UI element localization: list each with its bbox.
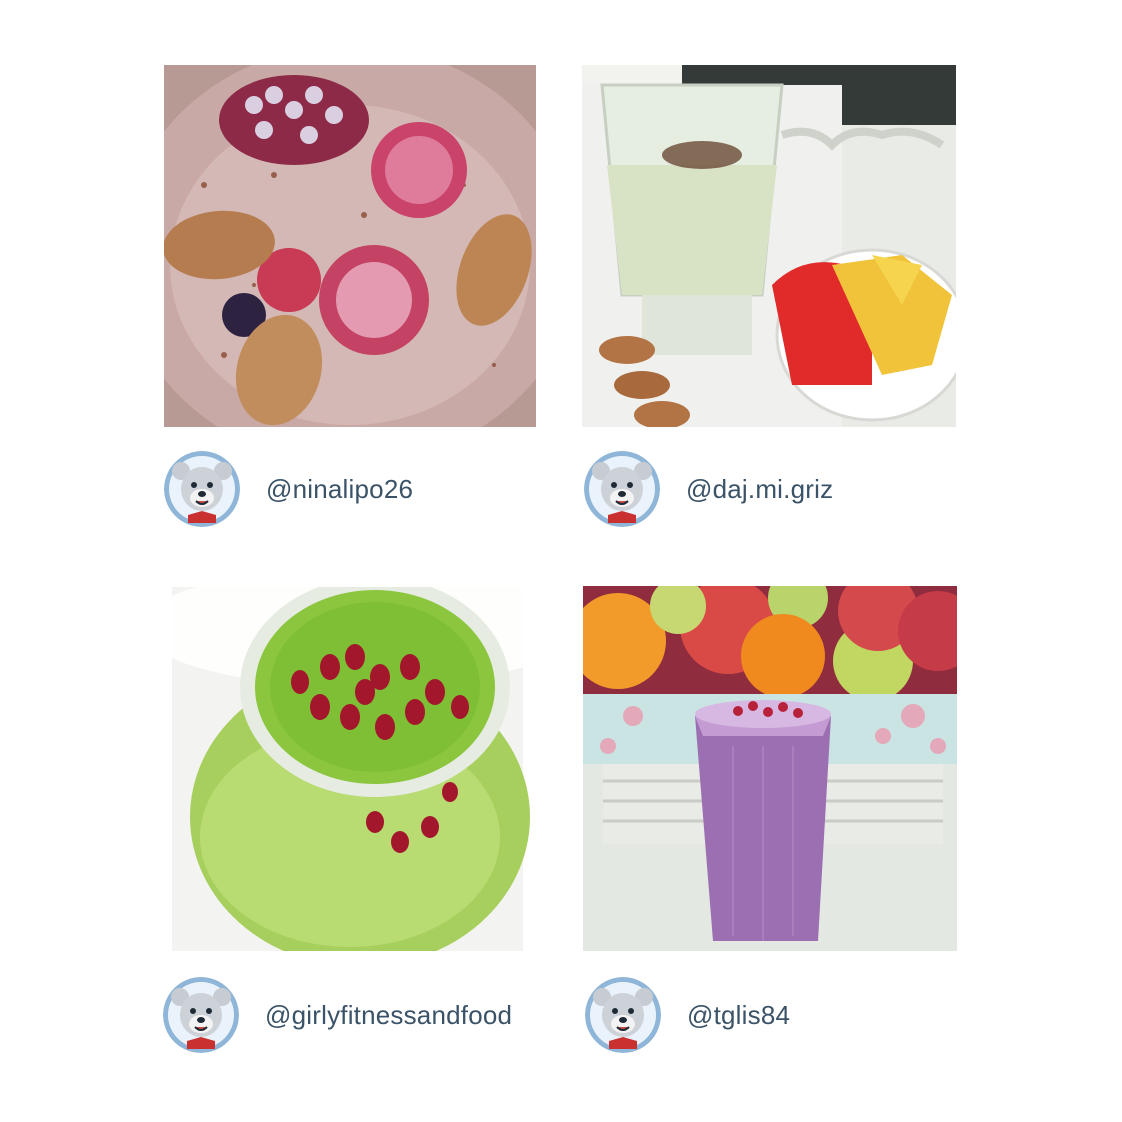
berry-almond-smoothie-photo: [164, 65, 536, 427]
post-photo[interactable]: [160, 587, 535, 951]
username-label[interactable]: @ninalipo26: [266, 474, 413, 505]
bear-avatar-icon[interactable]: [584, 451, 660, 527]
post-user[interactable]: @ninalipo26: [164, 451, 413, 527]
bear-avatar-icon[interactable]: [164, 451, 240, 527]
username-label[interactable]: @tglis84: [687, 1000, 790, 1031]
post-user[interactable]: @daj.mi.griz: [584, 451, 833, 527]
post-photo[interactable]: [583, 586, 957, 951]
post-user[interactable]: @tglis84: [585, 977, 790, 1053]
kiwi-smoothie-fruit-bowl-photo: [582, 65, 956, 427]
bear-avatar-icon[interactable]: [585, 977, 661, 1053]
purple-smoothie-fruit-basket-photo: [583, 586, 957, 951]
username-label[interactable]: @daj.mi.griz: [686, 474, 833, 505]
post-photo[interactable]: [582, 65, 956, 427]
green-smoothie-pomegranate-photo: [160, 587, 535, 951]
username-label[interactable]: @girlyfitnessandfood: [265, 1000, 512, 1031]
post-user[interactable]: @girlyfitnessandfood: [163, 977, 512, 1053]
bear-avatar-icon[interactable]: [163, 977, 239, 1053]
post-photo[interactable]: [164, 65, 536, 427]
